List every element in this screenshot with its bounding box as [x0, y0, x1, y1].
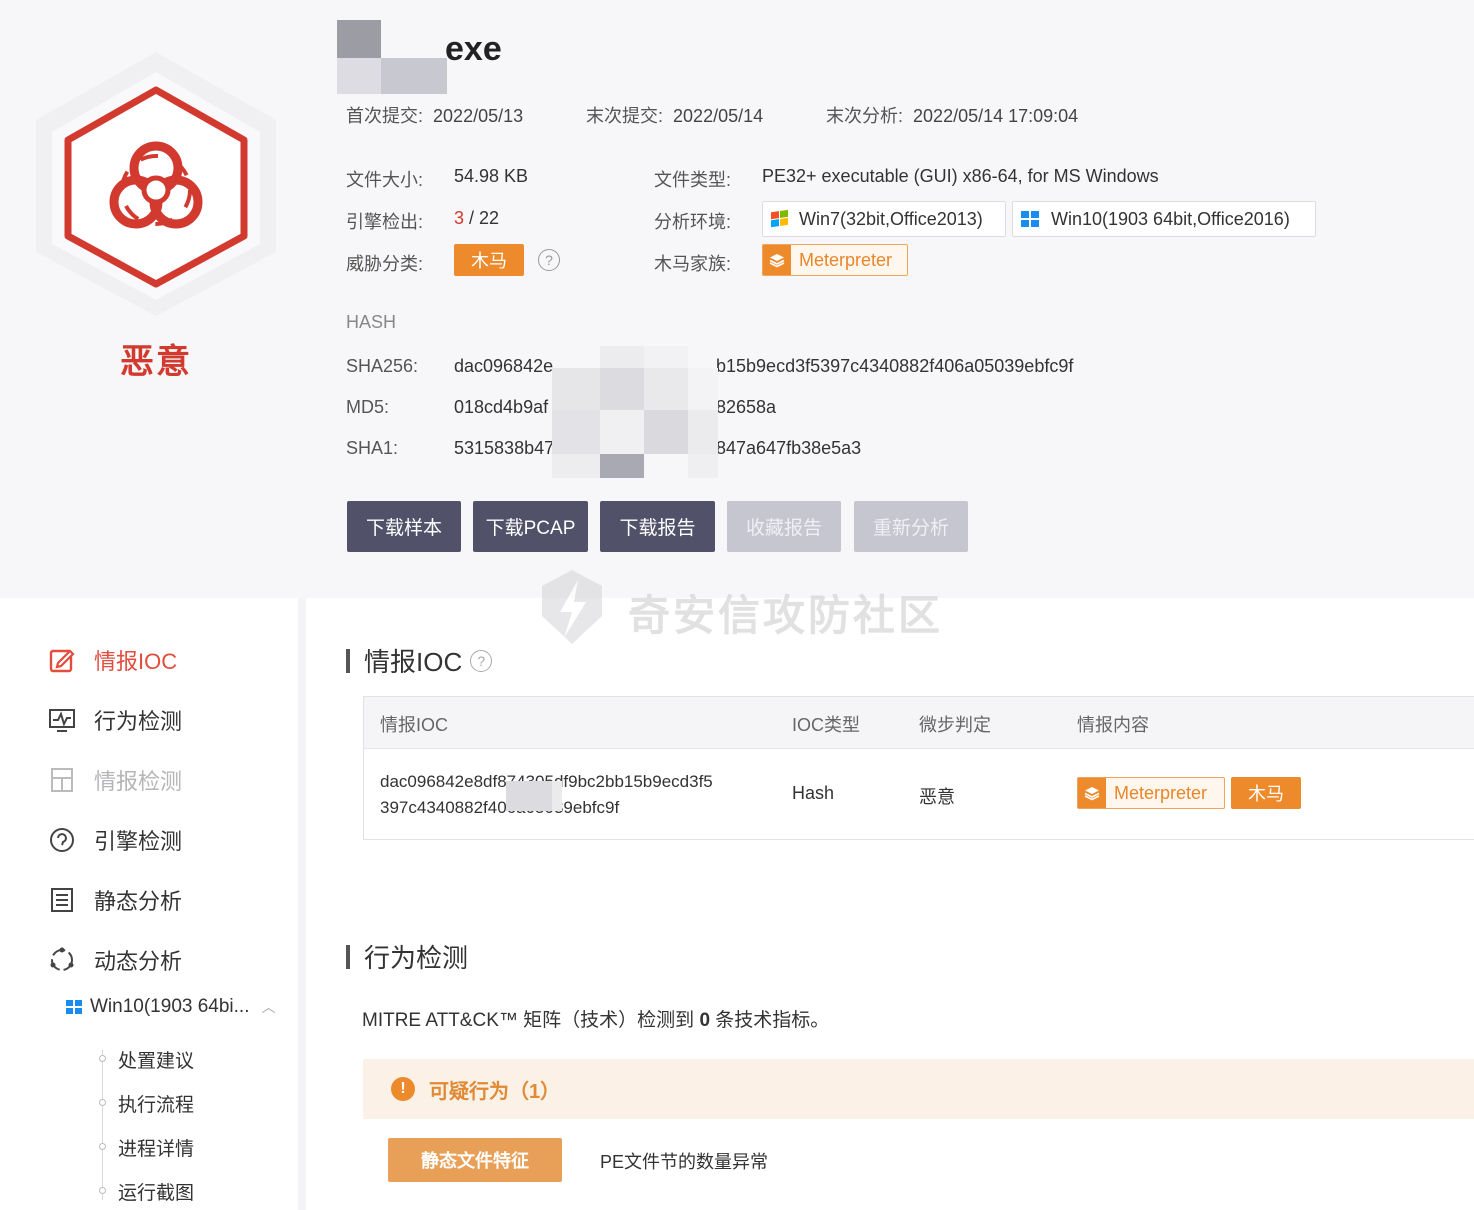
- sidebar-item-behavior[interactable]: 行为检测: [48, 704, 182, 736]
- sidebar-item-dynamic[interactable]: 动态分析: [48, 944, 182, 976]
- windows10-icon: [66, 1000, 82, 1014]
- ioc-table: 情报IOC IOC类型 微步判定 情报内容 dac096842e8df87430…: [363, 696, 1474, 840]
- suspicious-behavior-bar[interactable]: ! 可疑行为（1）: [363, 1059, 1474, 1119]
- section-title-behavior: 行为检测: [346, 938, 468, 975]
- env-win7-tag[interactable]: Win7(32bit,Office2013): [762, 201, 1006, 237]
- sidebar-subitem-exec-flow[interactable]: 执行流程: [118, 1090, 194, 1117]
- cycle-icon: [48, 946, 76, 974]
- ioc-verdict-cell: 恶意: [919, 787, 955, 807]
- section-title-ioc: 情报IOC ?: [346, 642, 493, 679]
- help-icon[interactable]: ?: [538, 249, 560, 271]
- ioc-hash-cell[interactable]: dac096842e8df874305df9bc2bb15b9ecd3f5 39…: [380, 769, 760, 821]
- md5-left: 018cd4b9af: [454, 397, 549, 417]
- layers-icon: [1078, 778, 1106, 808]
- windows10-icon: [1021, 211, 1039, 227]
- sha1-left: 5315838b47: [454, 438, 555, 458]
- sidebar-item-static[interactable]: 静态分析: [48, 884, 182, 916]
- threat-class-label: 威胁分类:: [346, 254, 424, 274]
- redacted-mosaic: [337, 20, 381, 58]
- file-size-label: 文件大小:: [346, 170, 424, 190]
- sidebar-subitem-screenshot[interactable]: 运行截图: [118, 1178, 194, 1205]
- engine-detect-value: 3 / 22: [454, 208, 500, 228]
- redacted-mosaic: [337, 58, 381, 94]
- edit-note-icon: [48, 646, 76, 674]
- sha256-left: dac096842e: [454, 356, 554, 376]
- redacted-mosaic: [381, 58, 447, 94]
- help-icon[interactable]: ?: [470, 649, 493, 672]
- chevron-up-icon: ︿: [261, 999, 276, 1015]
- tree-dot-icon: [99, 1055, 106, 1062]
- sha1-label: SHA1:: [346, 438, 399, 458]
- warning-icon: !: [391, 1077, 415, 1101]
- sha256-label: SHA256:: [346, 356, 419, 376]
- sidebar-item-engine[interactable]: 引擎检测: [48, 824, 182, 856]
- redacted-mosaic: [506, 781, 552, 811]
- sidebar-subitem-process[interactable]: 进程详情: [118, 1134, 194, 1161]
- layers-icon: [763, 245, 791, 275]
- threat-class-tag[interactable]: 木马: [454, 244, 524, 276]
- sidebar-item-intel-ioc[interactable]: 情报IOC: [48, 644, 177, 676]
- sha256-right: b15b9ecd3f5397c4340882f406a05039ebfc9f: [716, 356, 1074, 376]
- redacted-mosaic: [552, 346, 720, 478]
- file-summary-panel: 恶意 exe 首次提交: 2022/05/13 末次提交: 2022/05/14…: [0, 0, 1474, 598]
- file-extension: exe: [445, 30, 502, 68]
- tree-line: [102, 1050, 103, 1200]
- reanalyze-button[interactable]: 重新分析: [854, 501, 968, 552]
- last-analysis: 末次分析: 2022/05/14 17:09:04: [826, 106, 1079, 126]
- pe-section-anomaly: PE文件节的数量异常: [600, 1152, 769, 1172]
- env-win10-tag[interactable]: Win10(1903 64bit,Office2016): [1012, 201, 1316, 237]
- ioc-class-tag[interactable]: 木马: [1231, 777, 1301, 809]
- sidebar-item-intel-detect[interactable]: 情报检测: [48, 764, 182, 796]
- hash-heading: HASH: [346, 312, 397, 332]
- layout-grid-icon: [48, 766, 76, 794]
- env-label: 分析环境:: [654, 212, 732, 232]
- gauge-icon: [48, 826, 76, 854]
- watermark-logo-icon: [542, 570, 602, 644]
- ioc-table-header: 情报IOC IOC类型 微步判定 情报内容: [364, 697, 1474, 749]
- watermark: 奇安信攻防社区: [536, 566, 956, 650]
- verdict-label: 恶意: [120, 343, 192, 381]
- ioc-family-tag[interactable]: Meterpreter: [1077, 777, 1225, 809]
- file-type-value: PE32+ executable (GUI) x86-64, for MS Wi…: [762, 166, 1159, 186]
- file-type-label: 文件类型:: [654, 170, 732, 190]
- list-doc-icon: [48, 886, 76, 914]
- monitor-pulse-icon: [48, 706, 76, 734]
- engine-detect-label: 引擎检出:: [346, 212, 424, 232]
- windows7-icon: [771, 209, 789, 229]
- trojan-family-tag[interactable]: Meterpreter: [762, 244, 908, 276]
- last-submit: 末次提交: 2022/05/14: [586, 106, 764, 126]
- sidebar-subitem-disposal[interactable]: 处置建议: [118, 1046, 194, 1073]
- first-submit: 首次提交: 2022/05/13: [346, 106, 524, 126]
- trojan-family-label: 木马家族:: [654, 254, 732, 274]
- sha1-right: 847a647fb38e5a3: [716, 438, 862, 458]
- md5-right: 82658a: [716, 397, 777, 417]
- tree-dot-icon: [99, 1187, 106, 1194]
- favorite-report-button[interactable]: 收藏报告: [727, 501, 841, 552]
- malicious-biohazard-icon: [30, 48, 282, 320]
- static-feature-tag[interactable]: 静态文件特征: [388, 1138, 562, 1182]
- tree-dot-icon: [99, 1143, 106, 1150]
- mitre-summary: MITRE ATT&CK™ 矩阵（技术）检测到 0 条技术指标。: [362, 1010, 830, 1031]
- download-report-button[interactable]: 下载报告: [600, 501, 715, 552]
- ioc-type-cell: Hash: [792, 783, 835, 803]
- redacted-mosaic: [552, 781, 562, 811]
- tree-dot-icon: [99, 1099, 106, 1106]
- download-sample-button[interactable]: 下载样本: [347, 501, 461, 552]
- md5-label: MD5:: [346, 397, 390, 417]
- file-name: exe: [337, 20, 537, 96]
- download-pcap-button[interactable]: 下载PCAP: [473, 501, 588, 552]
- file-size-value: 54.98 KB: [454, 166, 529, 186]
- sidebar-env-group[interactable]: Win10(1903 64bi... ︿: [66, 996, 276, 1018]
